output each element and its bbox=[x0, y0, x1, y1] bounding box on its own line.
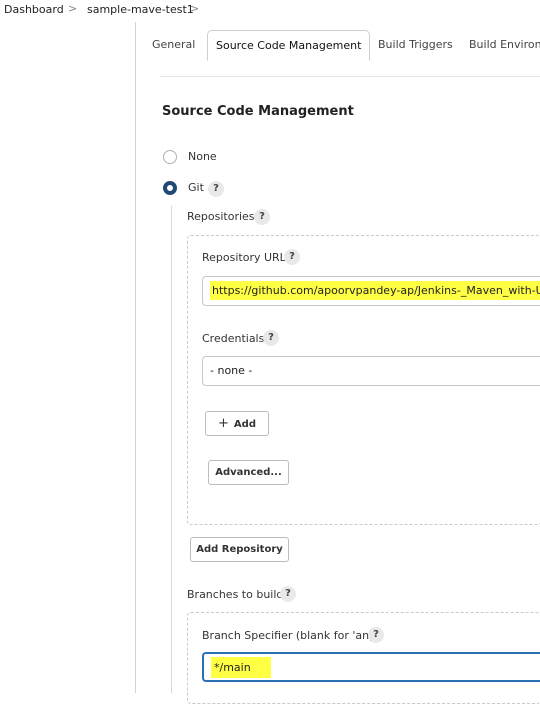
section-title: Source Code Management bbox=[162, 104, 354, 119]
advanced-button[interactable]: Advanced... bbox=[208, 460, 289, 485]
branch-specifier-value: */main bbox=[211, 657, 271, 678]
branch-specifier-label: Branch Specifier (blank for 'any') bbox=[202, 629, 383, 642]
chevron-right-icon: > bbox=[190, 2, 200, 15]
repository-url-help-icon[interactable]: ? bbox=[284, 249, 300, 265]
breadcrumb: Dashboard > sample-mave-test1 > bbox=[0, 0, 540, 22]
git-section-guide bbox=[171, 206, 172, 693]
branches-help-icon[interactable]: ? bbox=[280, 586, 296, 602]
branch-specifier-help-icon[interactable]: ? bbox=[368, 627, 384, 643]
breadcrumb-job[interactable]: sample-mave-test1 bbox=[87, 3, 194, 16]
scm-none-label: None bbox=[188, 150, 217, 163]
chevron-right-icon: > bbox=[68, 2, 78, 15]
tab-build-triggers[interactable]: Build Triggers bbox=[378, 30, 453, 59]
git-help-icon[interactable]: ? bbox=[208, 181, 224, 197]
repositories-help-icon[interactable]: ? bbox=[254, 209, 270, 225]
credentials-help-icon[interactable]: ? bbox=[263, 330, 279, 346]
add-repository-button[interactable]: Add Repository bbox=[190, 537, 289, 562]
repository-url-input[interactable]: https://github.com/apoorvpandey-ap/Jenki… bbox=[202, 276, 540, 306]
repositories-label: Repositories bbox=[187, 210, 255, 223]
config-tabs: General Source Code Management Build Tri… bbox=[136, 22, 540, 61]
add-credentials-label: Add bbox=[233, 419, 256, 430]
scm-none-radio[interactable] bbox=[163, 150, 177, 164]
credentials-label: Credentials bbox=[202, 332, 265, 345]
scm-git-radio[interactable] bbox=[163, 181, 177, 195]
breadcrumb-dashboard[interactable]: Dashboard bbox=[4, 3, 64, 16]
repository-url-value: https://github.com/apoorvpandey-ap/Jenki… bbox=[210, 281, 540, 300]
divider bbox=[160, 76, 540, 77]
credentials-select[interactable]: - none - bbox=[202, 356, 540, 386]
tab-build-environment[interactable]: Build Environm bbox=[469, 30, 540, 59]
branches-label: Branches to build bbox=[187, 588, 284, 601]
tab-general[interactable]: General bbox=[152, 30, 195, 59]
add-credentials-button[interactable]: + Add bbox=[205, 411, 269, 436]
scm-git-label: Git bbox=[188, 181, 204, 194]
plus-icon: + bbox=[218, 416, 229, 431]
side-panel bbox=[0, 22, 136, 693]
credentials-value: - none - bbox=[210, 364, 253, 377]
branch-specifier-input[interactable]: */main bbox=[202, 652, 540, 682]
repository-url-label: Repository URL bbox=[202, 251, 286, 264]
tab-source-code-management[interactable]: Source Code Management bbox=[207, 30, 371, 61]
